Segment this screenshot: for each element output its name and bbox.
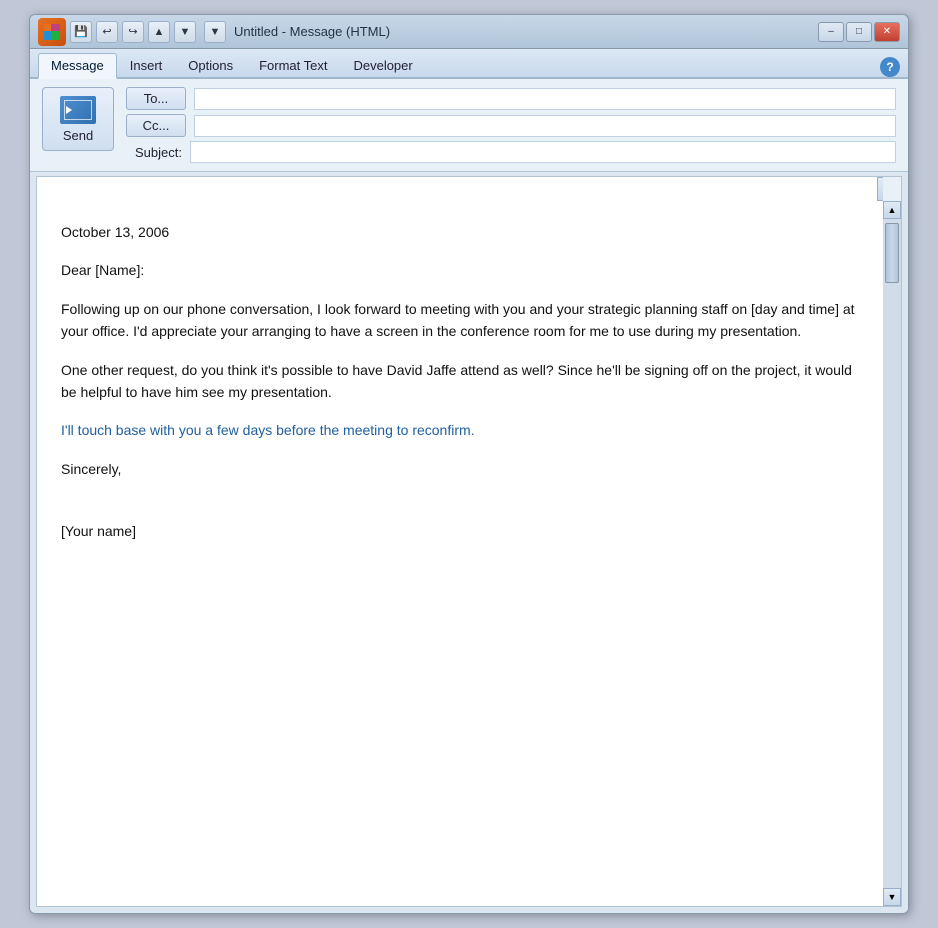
cc-input[interactable] (194, 115, 896, 137)
email-date: October 13, 2006 (61, 221, 859, 243)
up-button[interactable]: ▲ (148, 21, 170, 43)
tab-format-text[interactable]: Format Text (246, 53, 340, 77)
email-paragraph1: Following up on our phone conversation, … (61, 298, 859, 343)
scrollbar: ▲ ▼ (883, 177, 901, 906)
subject-label: Subject: (126, 145, 182, 160)
to-input[interactable] (194, 88, 896, 110)
pin-button[interactable]: ▼ (204, 21, 226, 43)
email-paragraph2: One other request, do you think it's pos… (61, 359, 859, 404)
window-controls: – □ ✕ (818, 22, 900, 42)
window-title: Untitled - Message (HTML) (234, 24, 390, 39)
minimize-button[interactable]: – (818, 22, 844, 42)
tab-developer[interactable]: Developer (340, 53, 425, 77)
redo-button[interactable]: ↪ (122, 21, 144, 43)
email-signature: [Your name] (61, 520, 859, 542)
email-greeting: Dear [Name]: (61, 259, 859, 281)
ribbon-tabs: Message Insert Options Format Text Devel… (30, 49, 908, 79)
title-bar: 💾 ↩ ↪ ▲ ▼ ▼ Untitled - Message (HTML) – … (30, 15, 908, 49)
outlook-window: 💾 ↩ ↪ ▲ ▼ ▼ Untitled - Message (HTML) – … (29, 14, 909, 914)
subject-input[interactable] (190, 141, 896, 163)
down-button[interactable]: ▼ (174, 21, 196, 43)
cc-row: Cc... (126, 114, 896, 137)
subject-row: Subject: (126, 141, 896, 163)
to-button[interactable]: To... (126, 87, 186, 110)
undo-button[interactable]: ↩ (96, 21, 118, 43)
send-label: Send (63, 128, 93, 143)
email-paragraph3: I'll touch base with you a few days befo… (61, 419, 859, 441)
save-button[interactable]: 💾 (70, 21, 92, 43)
send-icon (60, 96, 96, 124)
scroll-up-button[interactable]: ▲ (883, 201, 901, 219)
scroll-track (883, 219, 901, 888)
email-body-wrapper: ▲ ▼ October 13, 2006 Dear [Name]: Follow… (36, 176, 902, 907)
email-header: Send To... Cc... Subject: (30, 79, 908, 172)
email-closing: Sincerely, (61, 458, 859, 480)
office-logo-icon (38, 18, 66, 46)
to-row: To... (126, 87, 896, 110)
help-button[interactable]: ? (880, 57, 900, 77)
tab-message[interactable]: Message (38, 53, 117, 79)
restore-button[interactable]: □ (846, 22, 872, 42)
tab-options[interactable]: Options (175, 53, 246, 77)
email-content[interactable]: October 13, 2006 Dear [Name]: Following … (37, 201, 883, 906)
tab-insert[interactable]: Insert (117, 53, 176, 77)
cc-button[interactable]: Cc... (126, 114, 186, 137)
scroll-down-button[interactable]: ▼ (883, 888, 901, 906)
scroll-thumb[interactable] (885, 223, 899, 283)
title-bar-left: 💾 ↩ ↪ ▲ ▼ ▼ Untitled - Message (HTML) (38, 18, 812, 46)
close-button[interactable]: ✕ (874, 22, 900, 42)
send-button[interactable]: Send (42, 87, 114, 151)
